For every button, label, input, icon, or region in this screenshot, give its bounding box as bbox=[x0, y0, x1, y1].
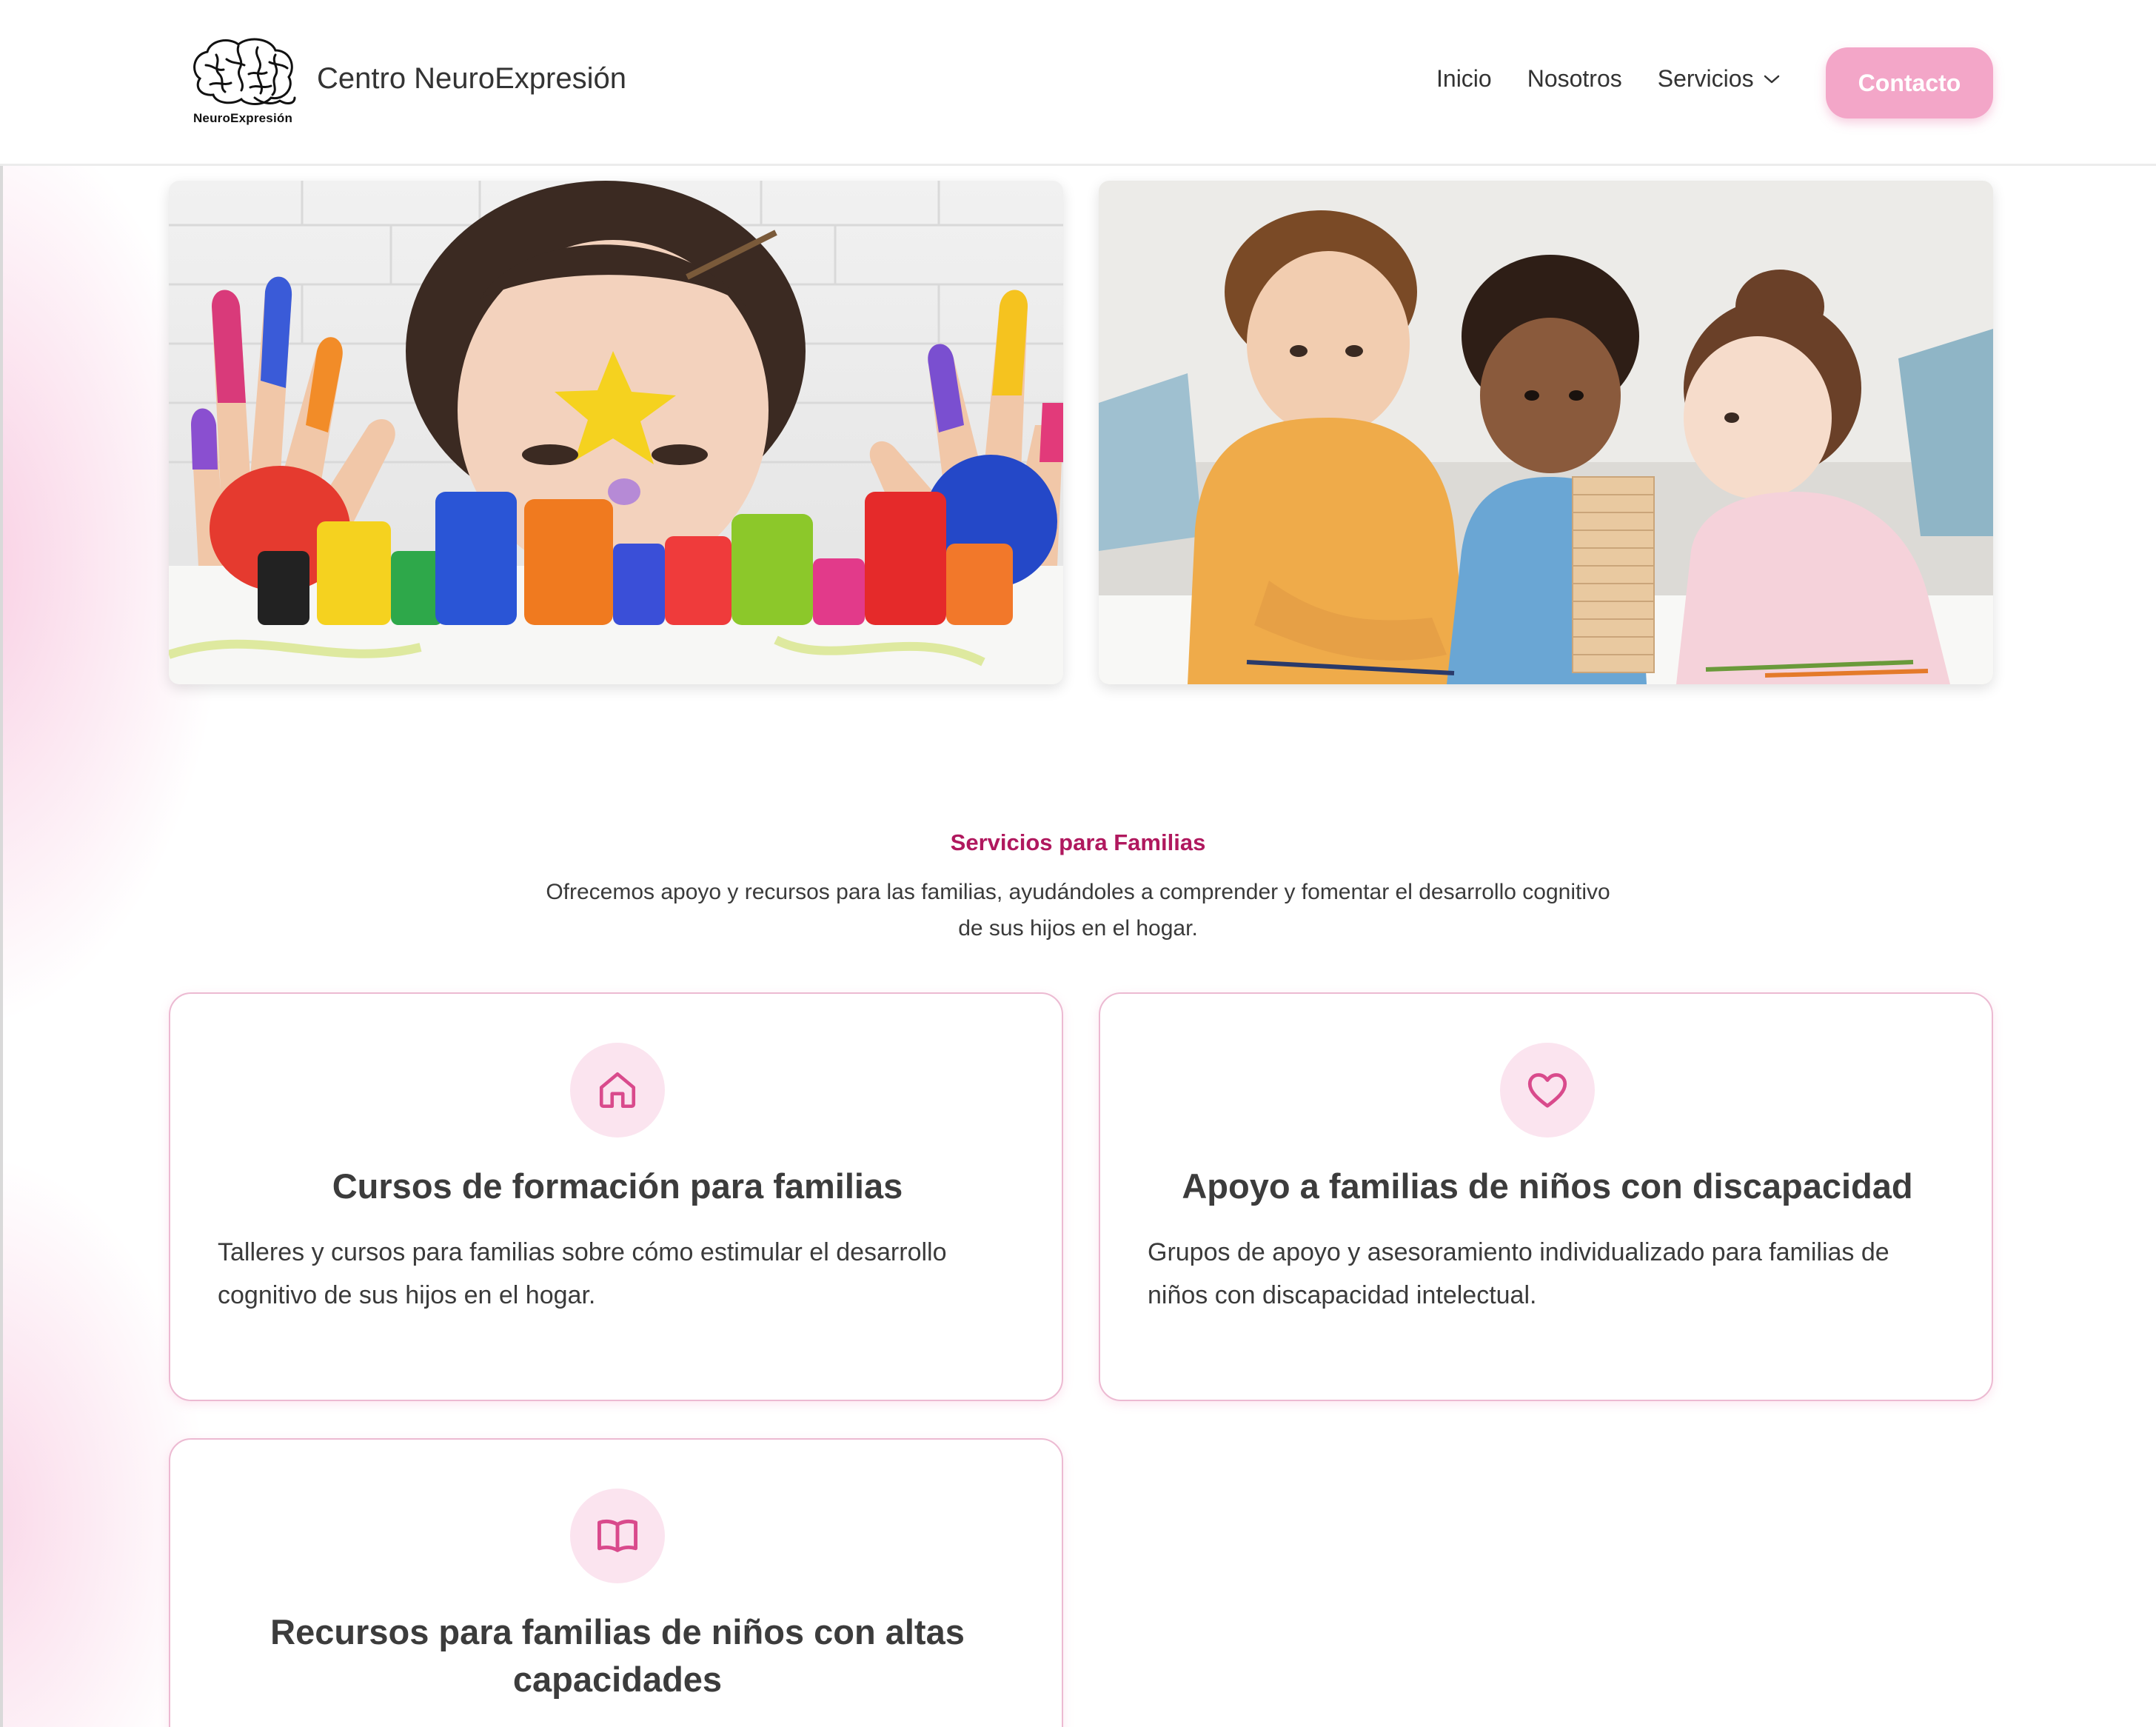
nav-inicio[interactable]: Inicio bbox=[1436, 65, 1492, 93]
logo-caption: NeuroExpresión bbox=[192, 111, 293, 125]
service-card-discapacidad[interactable]: Apoyo a familias de niños con discapacid… bbox=[1099, 992, 1993, 1401]
card-title: Cursos de formación para familias bbox=[332, 1166, 903, 1206]
nav-servicios-label: Servicios bbox=[1657, 65, 1754, 92]
nav-nosotros[interactable]: Nosotros bbox=[1527, 65, 1622, 93]
contact-button[interactable]: Contacto bbox=[1826, 47, 1993, 118]
service-card-formacion[interactable]: Cursos de formación para familias Taller… bbox=[169, 992, 1063, 1401]
brand-name[interactable]: Centro NeuroExpresión bbox=[317, 62, 626, 96]
chevron-down-icon bbox=[1764, 75, 1779, 83]
section-title: Servicios para Familias bbox=[950, 829, 1206, 855]
nav-servicios[interactable]: Servicios bbox=[1658, 65, 1781, 93]
site-header: NeuroExpresión Centro NeuroExpresión Ini… bbox=[0, 0, 2156, 166]
home-icon bbox=[599, 1072, 636, 1109]
photo-painting-child bbox=[169, 181, 1063, 684]
icon-circle bbox=[570, 1489, 665, 1583]
card-body: Talleres y cursos para familias sobre có… bbox=[218, 1238, 947, 1309]
card-title: Apoyo a familias de niños con discapacid… bbox=[1182, 1166, 1913, 1206]
photo-children-blocks bbox=[1099, 181, 1993, 684]
icon-circle bbox=[570, 1043, 665, 1138]
brain-logo-icon bbox=[193, 38, 296, 105]
window-edge bbox=[0, 0, 3, 1727]
card-body: Grupos de apoyo y asesoramiento individu… bbox=[1148, 1238, 1889, 1309]
service-card-altas-capacidades[interactable]: Recursos para familias de niños con alta… bbox=[169, 1438, 1063, 1727]
book-icon bbox=[597, 1519, 637, 1552]
icon-circle bbox=[1500, 1043, 1595, 1138]
main-nav: Inicio Nosotros Servicios bbox=[1436, 65, 1781, 93]
card-title: Recursos para familias de niños con alta… bbox=[270, 1612, 965, 1699]
heart-icon bbox=[1527, 1073, 1567, 1108]
logo[interactable]: NeuroExpresión bbox=[184, 33, 302, 126]
section-description: Ofrecemos apoyo y recursos para las fami… bbox=[546, 880, 1610, 941]
